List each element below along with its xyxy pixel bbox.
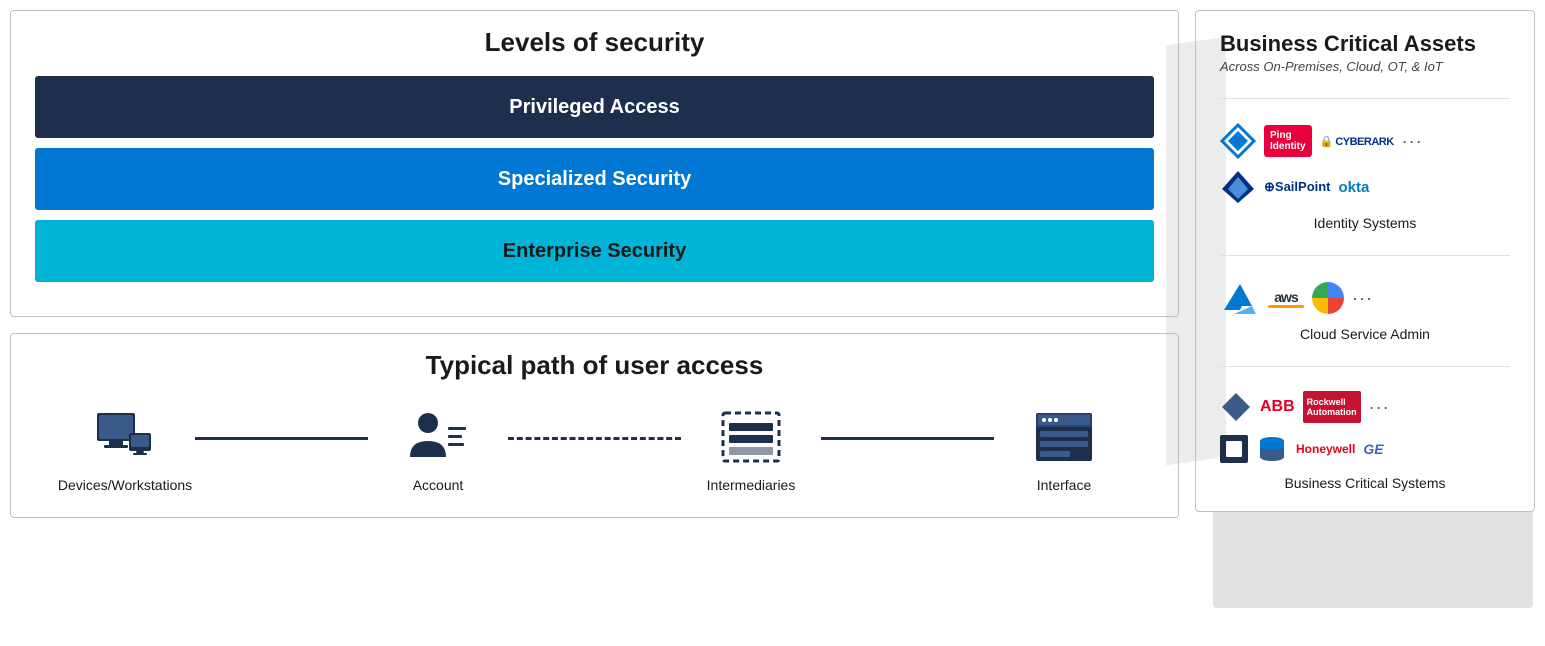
bca-title: Business Critical Assets xyxy=(1220,31,1510,57)
devices-icon xyxy=(93,405,157,469)
connector-2 xyxy=(508,437,681,440)
diamond-icon xyxy=(1220,391,1252,423)
azure-ad-icon xyxy=(1220,123,1256,159)
bca-header: Business Critical Assets Across On-Premi… xyxy=(1220,31,1510,74)
okta-icon: okta xyxy=(1339,179,1370,196)
honeywell-icon: Honeywell xyxy=(1296,442,1355,456)
more-dots-identity: ··· xyxy=(1402,131,1423,152)
bca-section-bcs: ABB RockwellAutomation ··· xyxy=(1220,391,1510,491)
divider-2 xyxy=(1220,255,1510,256)
square-icon xyxy=(1220,435,1248,463)
azure-icon xyxy=(1220,280,1260,316)
account-icon xyxy=(406,405,470,469)
divider-3 xyxy=(1220,366,1510,367)
right-panel: Business Critical Assets Across On-Premi… xyxy=(1195,10,1535,512)
bar-privileged: Privileged Access xyxy=(35,76,1154,138)
divider-1 xyxy=(1220,98,1510,99)
levels-box: Levels of security Privileged Access Spe… xyxy=(10,10,1179,317)
connector-1 xyxy=(195,437,368,440)
more-dots-cloud: ··· xyxy=(1352,288,1373,309)
path-item-account: Account xyxy=(368,405,508,493)
path-label-devices: Devices/Workstations xyxy=(58,477,192,493)
bcs-label: Business Critical Systems xyxy=(1220,475,1510,491)
identity-label: Identity Systems xyxy=(1220,215,1510,231)
levels-title: Levels of security xyxy=(35,27,1154,58)
bca-section-identity: PingIdentity 🔒 CYBERARK ··· ⊕SailPoint o… xyxy=(1220,123,1510,231)
bca-logos-identity: PingIdentity 🔒 CYBERARK ··· xyxy=(1220,123,1510,159)
path-items: Devices/Workstations Account xyxy=(35,405,1154,493)
path-label-account: Account xyxy=(413,477,464,493)
main-container: Levels of security Privileged Access Spe… xyxy=(10,10,1535,636)
path-label-intermediaries: Intermediaries xyxy=(707,477,796,493)
aws-icon: aws xyxy=(1268,289,1304,308)
path-title: Typical path of user access xyxy=(35,350,1154,381)
path-label-interface: Interface xyxy=(1037,477,1091,493)
ge-icon: GE xyxy=(1363,441,1383,457)
abb-icon: ABB xyxy=(1260,398,1295,416)
right-panel-wrapper: Business Critical Assets Across On-Premi… xyxy=(1195,10,1535,636)
path-item-interface: Interface xyxy=(994,405,1134,493)
rockwell-icon: RockwellAutomation xyxy=(1303,391,1361,423)
bca-logos-bcs-1: ABB RockwellAutomation ··· xyxy=(1220,391,1510,423)
bca-logos-cloud: aws ··· xyxy=(1220,280,1510,316)
sailpoint-icon xyxy=(1220,169,1256,205)
sailpoint-text-icon: ⊕SailPoint xyxy=(1264,179,1331,195)
connector-3 xyxy=(821,437,994,440)
path-item-devices: Devices/Workstations xyxy=(55,405,195,493)
ping-icon: PingIdentity xyxy=(1264,125,1312,157)
more-dots-bcs: ··· xyxy=(1369,397,1390,418)
cyberark-icon: 🔒 CYBERARK xyxy=(1320,135,1394,148)
bar-enterprise: Enterprise Security xyxy=(35,220,1154,282)
path-item-intermediaries: Intermediaries xyxy=(681,405,821,493)
gcp-icon xyxy=(1312,282,1344,314)
bar-specialized: Specialized Security xyxy=(35,148,1154,210)
left-panel: Levels of security Privileged Access Spe… xyxy=(10,10,1179,636)
bca-logos-identity-2: ⊕SailPoint okta xyxy=(1220,169,1510,205)
cloud-label: Cloud Service Admin xyxy=(1220,326,1510,342)
bca-logos-bcs-2: Honeywell GE xyxy=(1220,433,1510,465)
bca-section-cloud: aws ··· Cloud Service Admin xyxy=(1220,280,1510,342)
bca-subtitle: Across On-Premises, Cloud, OT, & IoT xyxy=(1220,59,1510,74)
intermediaries-icon xyxy=(719,405,783,469)
path-box: Typical path of user access xyxy=(10,333,1179,518)
interface-icon xyxy=(1032,405,1096,469)
database-icon xyxy=(1256,433,1288,465)
